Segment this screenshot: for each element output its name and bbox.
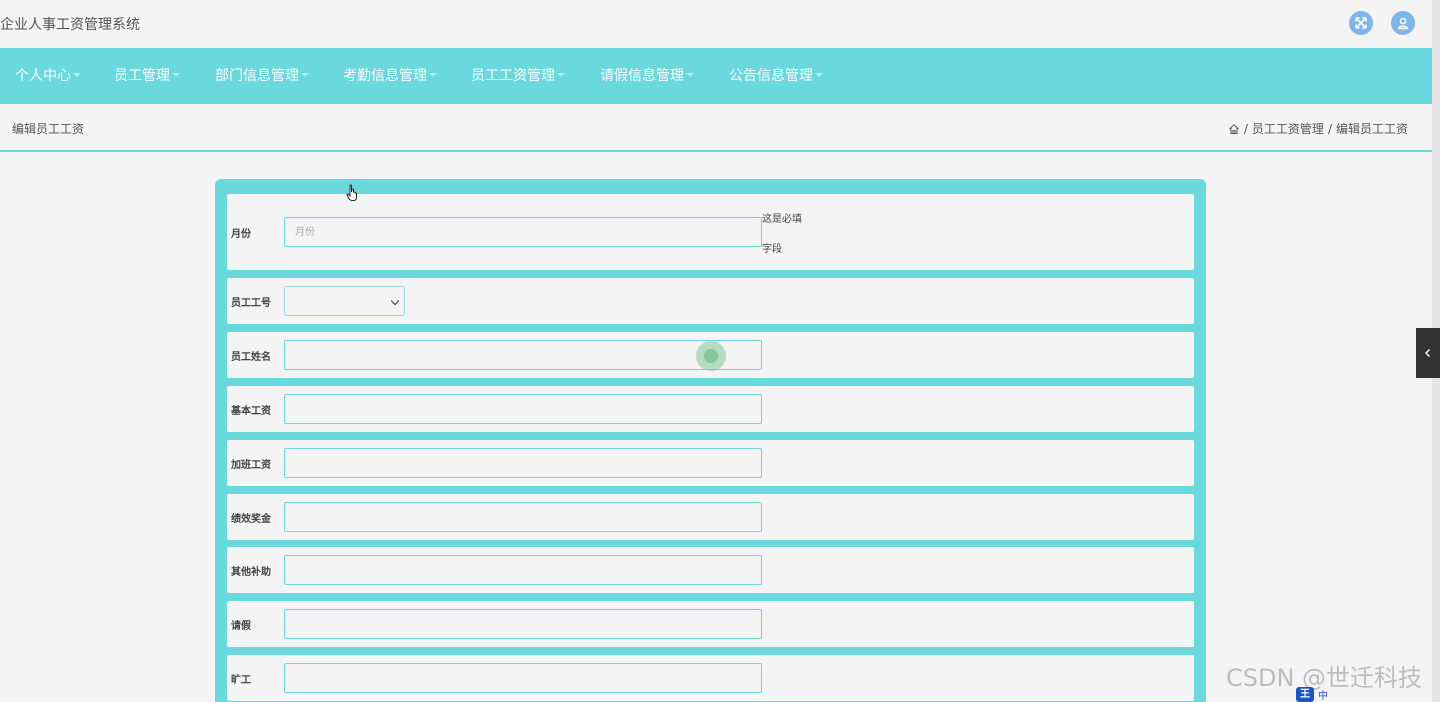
nav-item-employee[interactable]: 员工管理 [114,48,180,104]
nav-item-label: 请假信息管理 [600,68,684,84]
top-bar: 企业人事工资管理系统 [0,0,1432,48]
home-icon[interactable] [1228,123,1240,135]
nav-item-label: 员工工资管理 [471,68,555,84]
breadcrumb-item-salary[interactable]: 员工工资管理 [1252,120,1324,137]
nav-item-salary[interactable]: 员工工资管理 [471,48,565,104]
chevron-down-icon [557,73,565,77]
main-nav: 个人中心 员工管理 部门信息管理 考勤信息管理 员工工资管理 请假信息管理 公告… [0,48,1432,104]
ime-toolbar[interactable]: 王 中 [1296,687,1328,702]
leave-input[interactable] [284,609,762,639]
ime-mode[interactable]: 中 [1318,687,1328,702]
field-label: 绩效奖金 [231,514,271,525]
nav-item-department[interactable]: 部门信息管理 [215,48,309,104]
absence-input[interactable] [284,663,762,693]
salary-edit-form: 月份 这是必填 字段 员工工号 员工姓名 基本工资 加班工资 绩效奖金 其他补助… [215,179,1206,702]
employee-id-select[interactable] [284,286,405,316]
form-row-other-allowance: 其他补助 [227,547,1194,593]
nav-item-label: 部门信息管理 [215,68,299,84]
page-title: 编辑员工工资 [12,122,85,136]
breadcrumb-separator: / [1327,121,1332,136]
nav-item-label: 公告信息管理 [729,68,813,84]
field-label: 基本工资 [231,406,271,417]
employee-name-input[interactable] [284,340,762,370]
field-label: 月份 [231,229,251,240]
other-allowance-input[interactable] [284,555,762,585]
chevron-down-icon [301,73,309,77]
chevron-down-icon [686,73,694,77]
chevron-down-icon [429,73,437,77]
breadcrumb: / 员工工资管理 / 编辑员工工资 [1228,120,1408,137]
field-label: 其他补助 [231,567,271,578]
chevron-left-icon [1425,349,1430,357]
field-label: 请假 [231,621,251,632]
field-label: 员工姓名 [231,352,271,363]
breadcrumb-separator: / [1243,121,1248,136]
form-row-overtime-pay: 加班工资 [227,440,1194,486]
chevron-down-icon [172,73,180,77]
form-row-absence: 旷工 [227,655,1194,701]
form-row-performance-bonus: 绩效奖金 [227,494,1194,540]
performance-bonus-input[interactable] [284,502,762,532]
field-label: 旷工 [231,675,251,686]
chevron-down-icon [390,296,400,306]
form-row-month: 月份 这是必填 字段 [227,194,1194,270]
chevron-down-icon [815,73,823,77]
chevron-down-icon [73,73,81,77]
nav-item-notice[interactable]: 公告信息管理 [729,48,823,104]
nav-item-leave[interactable]: 请假信息管理 [600,48,694,104]
nav-item-label: 个人中心 [15,68,71,84]
fullscreen-icon[interactable] [1349,11,1373,35]
nav-item-attendance[interactable]: 考勤信息管理 [343,48,437,104]
nav-item-label: 员工管理 [114,68,170,84]
required-hint: 这是必填 [762,214,802,225]
field-label: 加班工资 [231,460,271,471]
month-input[interactable] [284,217,762,247]
overtime-pay-input[interactable] [284,448,762,478]
field-label: 员工工号 [231,298,271,309]
ime-logo-icon[interactable]: 王 [1296,687,1314,702]
nav-item-label: 考勤信息管理 [343,68,427,84]
side-panel-toggle[interactable] [1416,328,1440,378]
required-hint: 字段 [762,244,782,255]
base-salary-input[interactable] [284,394,762,424]
breadcrumb-bar: 编辑员工工资 / 员工工资管理 / 编辑员工工资 [0,104,1432,152]
form-row-base-salary: 基本工资 [227,386,1194,432]
form-row-leave: 请假 [227,601,1194,647]
click-ripple [696,341,726,371]
form-row-employee-id: 员工工号 [227,278,1194,324]
breadcrumb-item-current: 编辑员工工资 [1335,122,1408,136]
app-title: 企业人事工资管理系统 [0,17,140,33]
nav-item-personal-center[interactable]: 个人中心 [15,48,81,104]
user-icon[interactable] [1391,11,1415,35]
hand-cursor-icon [346,184,357,201]
